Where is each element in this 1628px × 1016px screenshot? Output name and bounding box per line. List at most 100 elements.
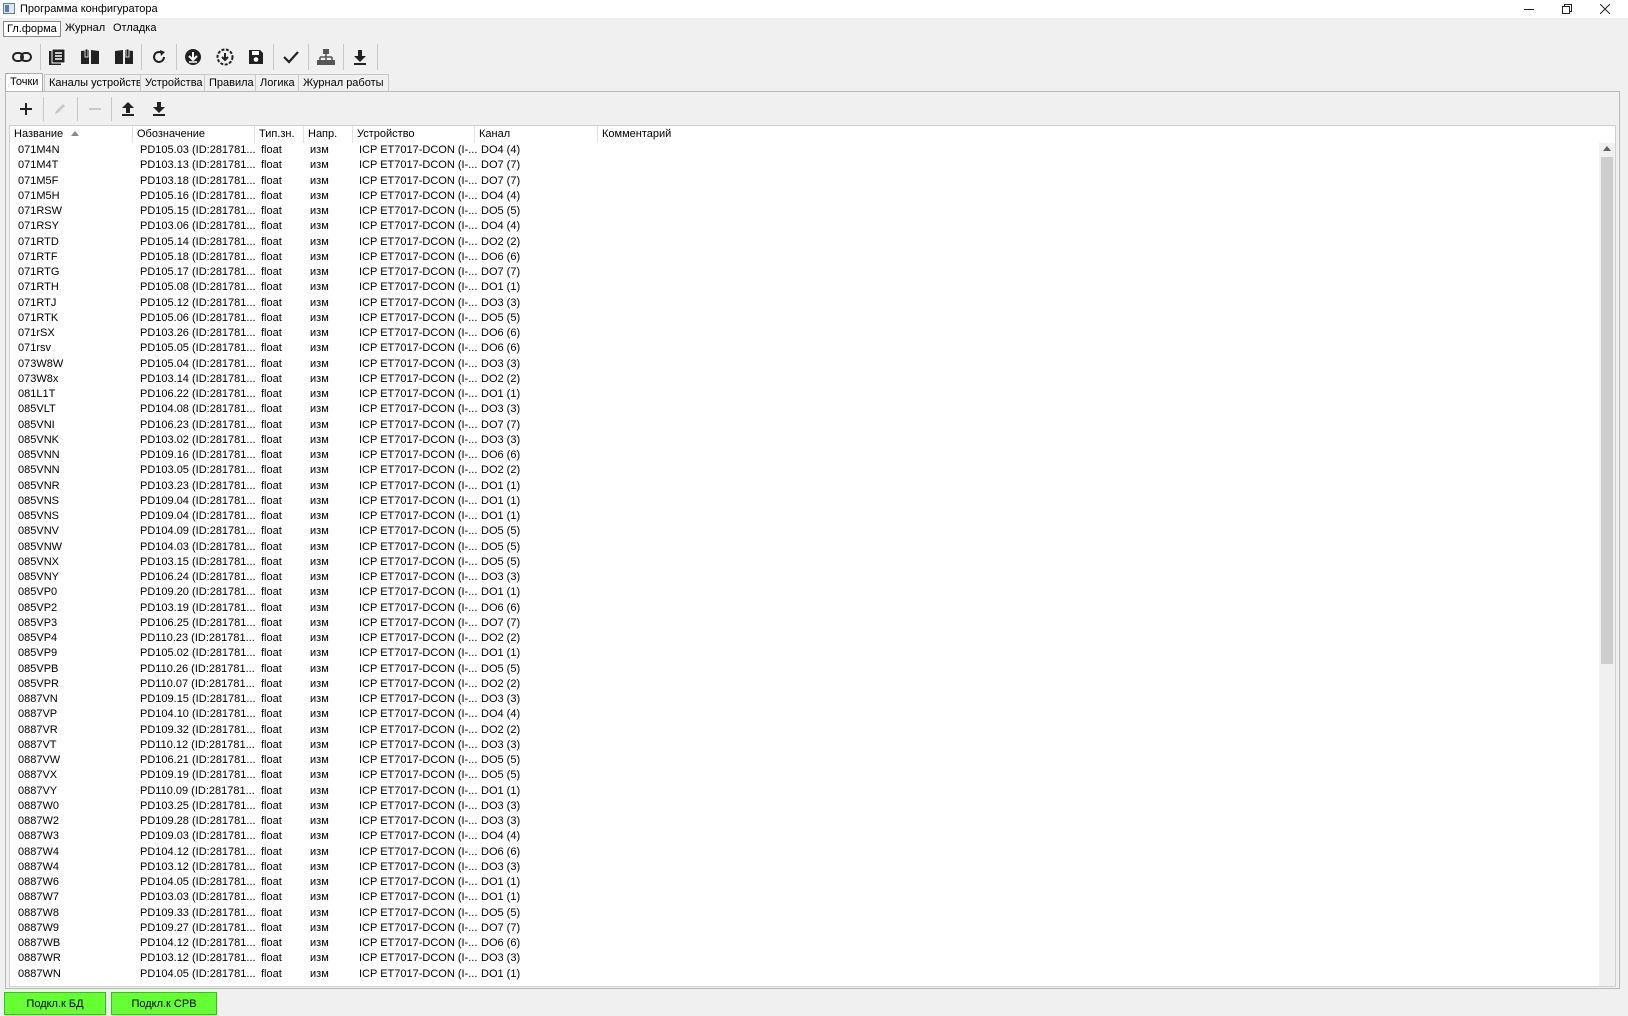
table-row[interactable]: 0887W0 PD103.25 (ID:281781... float изм ICP …: [10, 799, 1599, 814]
restore-button[interactable]: [1548, 0, 1586, 18]
table-row[interactable]: 085VNN PD109.16 (ID:281781... float изм ICP …: [10, 448, 1599, 463]
table-row[interactable]: 0887VN PD109.15 (ID:281781... float изм ICP …: [10, 692, 1599, 707]
table-row[interactable]: 071M5H PD105.16 (ID:281781... float изм ICP …: [10, 189, 1599, 204]
table-row[interactable]: 085VPR PD110.07 (ID:281781... float изм ICP …: [10, 677, 1599, 692]
table-row[interactable]: 0887W4 PD104.12 (ID:281781... float изм ICP …: [10, 845, 1599, 860]
table-row[interactable]: 0887VY PD110.09 (ID:281781... float изм ICP …: [10, 784, 1599, 799]
table-row[interactable]: 071RTD PD105.14 (ID:281781... float изм ICP …: [10, 235, 1599, 250]
menu-journal[interactable]: Журнал: [62, 21, 108, 37]
book-open-button[interactable]: [110, 43, 138, 70]
upload-db-button[interactable]: [211, 43, 239, 70]
table-row[interactable]: 071rSX PD103.26 (ID:281781... float изм ICP …: [10, 326, 1599, 341]
table-row[interactable]: 085VNV PD104.09 (ID:281781... float изм ICP …: [10, 524, 1599, 539]
table-row[interactable]: 071RTK PD105.06 (ID:281781... float изм ICP …: [10, 311, 1599, 326]
table-row[interactable]: 071RTH PD105.08 (ID:281781... float изм ICP …: [10, 280, 1599, 295]
table-row[interactable]: 071M5F PD103.18 (ID:281781... float изм ICP …: [10, 174, 1599, 189]
save-button[interactable]: [242, 43, 270, 70]
table-row[interactable]: 073W8x PD103.14 (ID:281781... float изм ICP …: [10, 372, 1599, 387]
book-button[interactable]: [76, 43, 104, 70]
tab-devices[interactable]: Устройства: [140, 74, 208, 92]
table-row[interactable]: 085VNY PD106.24 (ID:281781... float изм ICP …: [10, 570, 1599, 585]
close-button[interactable]: [1586, 0, 1624, 18]
table-row[interactable]: 0887VX PD109.19 (ID:281781... float изм ICP …: [10, 768, 1599, 783]
download-db-button[interactable]: [179, 43, 207, 70]
minimize-button[interactable]: [1510, 0, 1548, 18]
table-row[interactable]: 085VNS PD109.04 (ID:281781... float изм ICP …: [10, 494, 1599, 509]
table-row[interactable]: 071RTG PD105.17 (ID:281781... float изм ICP …: [10, 265, 1599, 280]
table-row[interactable]: 071M4N PD105.03 (ID:281781... float изм ICP …: [10, 143, 1599, 158]
menu-debug[interactable]: Отладка: [110, 21, 159, 37]
table-row[interactable]: 073W8W PD105.04 (ID:281781... float изм ICP …: [10, 357, 1599, 372]
table-row[interactable]: 085VNS PD109.04 (ID:281781... float изм ICP …: [10, 509, 1599, 524]
table-row[interactable]: 0887VR PD109.32 (ID:281781... float изм ICP …: [10, 723, 1599, 738]
table-row[interactable]: 071RTF PD105.18 (ID:281781... float изм ICP …: [10, 250, 1599, 265]
table-row[interactable]: 071RTJ PD105.12 (ID:281781... float изм ICP …: [10, 296, 1599, 311]
table-row[interactable]: 0887VW PD106.21 (ID:281781... float изм ICP …: [10, 753, 1599, 768]
table-row[interactable]: 085VNI PD106.23 (ID:281781... float изм ICP …: [10, 418, 1599, 433]
col-header-channel[interactable]: Канал: [475, 126, 598, 143]
col-header-device[interactable]: Устройство: [353, 126, 475, 143]
table-row[interactable]: 085VNW PD104.03 (ID:281781... float изм ICP …: [10, 540, 1599, 555]
cell-channel: DO2 (2): [481, 632, 521, 644]
table-row[interactable]: 085VNX PD103.15 (ID:281781... float изм ICP …: [10, 555, 1599, 570]
open-list-button[interactable]: [43, 43, 71, 70]
connect-button[interactable]: [8, 43, 36, 70]
table-row[interactable]: 085VLT PD104.08 (ID:281781... float изм ICP …: [10, 402, 1599, 417]
import-button[interactable]: [113, 96, 143, 122]
table-row[interactable]: 081L1T PD106.22 (ID:281781... float изм ICP …: [10, 387, 1599, 402]
table-row[interactable]: 0887VT PD110.12 (ID:281781... float изм ICP …: [10, 738, 1599, 753]
table-row[interactable]: 0887W6 PD104.05 (ID:281781... float изм ICP …: [10, 875, 1599, 890]
tab-rules[interactable]: Правила: [204, 74, 259, 92]
add-button[interactable]: [11, 96, 41, 122]
table-row[interactable]: 085VP4 PD110.23 (ID:281781... float изм ICP …: [10, 631, 1599, 646]
col-header-designation[interactable]: Обозначение: [133, 126, 255, 143]
table-row[interactable]: 085VP0 PD109.20 (ID:281781... float изм ICP …: [10, 585, 1599, 600]
scroll-thumb[interactable]: [1601, 157, 1613, 664]
vertical-scrollbar[interactable]: [1599, 143, 1615, 986]
table-row[interactable]: 071M4T PD103.13 (ID:281781... float изм ICP …: [10, 158, 1599, 173]
table-row[interactable]: 071RSW PD105.15 (ID:281781... float изм ICP …: [10, 204, 1599, 219]
db-connection-status[interactable]: Подкл.к БД: [4, 992, 106, 1015]
hierarchy-button[interactable]: [312, 43, 340, 70]
table-row[interactable]: 085VP2 PD103.19 (ID:281781... float изм ICP …: [10, 601, 1599, 616]
col-header-comment[interactable]: Комментарий: [598, 126, 1599, 143]
table-row[interactable]: 0887W8 PD109.33 (ID:281781... float изм ICP …: [10, 906, 1599, 921]
apply-button[interactable]: [277, 43, 305, 70]
scroll-up-icon[interactable]: [1603, 146, 1611, 151]
table-row[interactable]: 0887WB PD104.12 (ID:281781... float изм ICP …: [10, 936, 1599, 951]
table-row[interactable]: 071RSY PD103.06 (ID:281781... float изм ICP …: [10, 219, 1599, 234]
refresh-button[interactable]: [145, 43, 173, 70]
cell-designation: PD109.04 (ID:281781...: [140, 494, 256, 507]
table-row[interactable]: 0887W3 PD109.03 (ID:281781... float изм ICP …: [10, 829, 1599, 844]
table-row[interactable]: 085VNR PD103.23 (ID:281781... float изм ICP …: [10, 479, 1599, 494]
col-header-value-type[interactable]: Тип.зн.: [255, 126, 304, 143]
cell-direction: изм: [310, 586, 329, 599]
tab-points[interactable]: Точки: [5, 73, 44, 92]
table-row[interactable]: 085VNK PD103.02 (ID:281781... float изм ICP …: [10, 433, 1599, 448]
table-row[interactable]: 071rsv PD105.05 (ID:281781... float изм ICP …: [10, 341, 1599, 356]
edit-button[interactable]: [45, 96, 75, 122]
srv-connection-status[interactable]: Подкл.к СРВ: [111, 992, 217, 1015]
cell-device: ICP ET7017-DCON (I-...: [359, 769, 477, 782]
table-row[interactable]: 0887W2 PD109.28 (ID:281781... float изм ICP …: [10, 814, 1599, 829]
col-header-name[interactable]: Название: [10, 126, 133, 143]
table-row[interactable]: 0887W9 PD109.27 (ID:281781... float изм ICP …: [10, 921, 1599, 936]
menu-main-form[interactable]: Гл.форма: [3, 21, 61, 37]
table-row[interactable]: 0887WR PD103.12 (ID:281781... float изм ICP …: [10, 951, 1599, 966]
tab-work-journal[interactable]: Журнал работы: [298, 74, 389, 92]
export-button[interactable]: [144, 96, 174, 122]
tab-device-channels[interactable]: Каналы устройств: [44, 74, 147, 92]
remove-button[interactable]: [80, 96, 110, 122]
table-row[interactable]: 0887WN PD104.05 (ID:281781... float изм ICP …: [10, 967, 1599, 982]
table-row[interactable]: 0887VP PD104.10 (ID:281781... float изм ICP …: [10, 707, 1599, 722]
table-row[interactable]: 085VP3 PD106.25 (ID:281781... float изм ICP …: [10, 616, 1599, 631]
table-row[interactable]: 085VNN PD103.05 (ID:281781... float изм ICP …: [10, 463, 1599, 478]
table-row[interactable]: 0887W7 PD103.03 (ID:281781... float изм ICP …: [10, 890, 1599, 905]
download-button[interactable]: [346, 43, 374, 70]
cell-channel: DO1 (1): [481, 494, 521, 507]
col-header-direction[interactable]: Напр.: [304, 126, 353, 143]
tab-logic[interactable]: Логика: [255, 74, 300, 92]
table-row[interactable]: 0887W4 PD103.12 (ID:281781... float изм ICP …: [10, 860, 1599, 875]
table-row[interactable]: 085VPB PD110.26 (ID:281781... float изм ICP …: [10, 662, 1599, 677]
table-row[interactable]: 085VP9 PD105.02 (ID:281781... float изм ICP …: [10, 646, 1599, 661]
